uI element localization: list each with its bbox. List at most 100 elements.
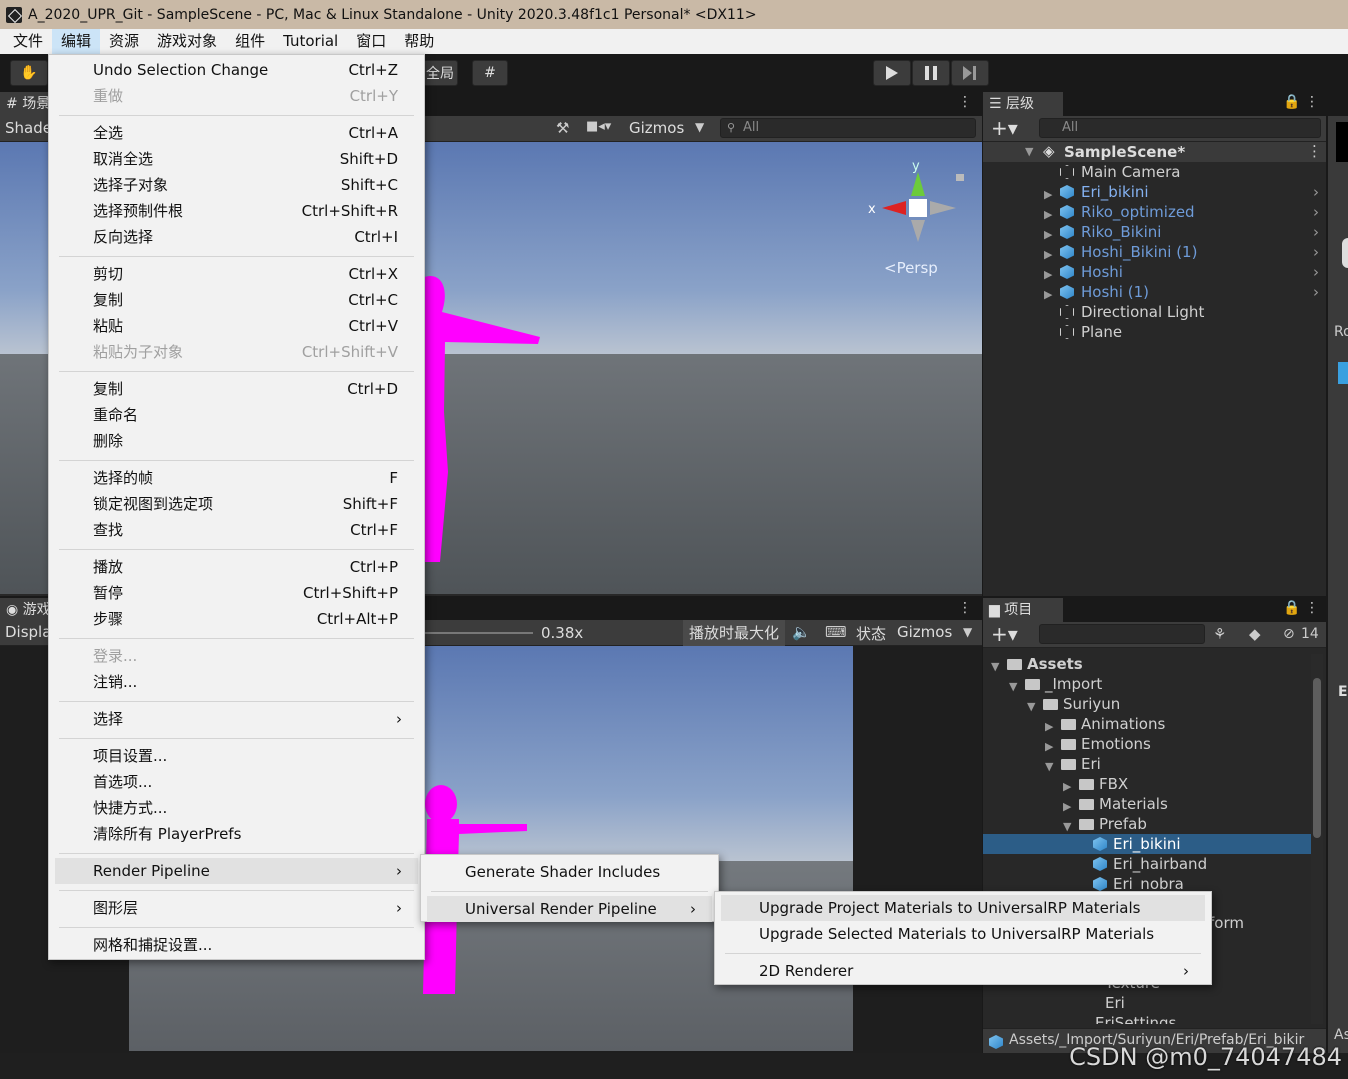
scene-kebab-icon[interactable]: ⋮ [958,94,972,110]
menubar-item[interactable]: 窗口 [347,29,395,54]
menubar-item[interactable]: 组件 [226,29,274,54]
maximize-on-play-button[interactable]: 播放时最大化 [683,620,786,646]
game-kebab-icon[interactable]: ⋮ [958,600,972,616]
menu-item[interactable]: 2D Renderer › [721,958,1205,984]
menubar-item[interactable]: 资源 [100,29,148,54]
lock-icon[interactable]: 🔒 [1283,94,1300,110]
scene-header-row[interactable]: ▼ ◈ SampleScene* ⋮ [983,142,1326,162]
project-tree-item[interactable]: ▼ Assets [983,654,1313,674]
project-lock-icon[interactable]: 🔒 [1283,600,1300,616]
hierarchy-tab[interactable]: ☰ 层级 [983,92,1063,116]
tools-icon[interactable]: ⚒ [556,119,569,137]
project-tree-item[interactable]: Eri_bikini [983,834,1313,854]
project-scrollbar[interactable] [1311,654,1323,1024]
menu-item[interactable]: 反向选择 Ctrl+I [55,224,418,250]
search-by-label-icon[interactable]: ◆ [1249,625,1261,643]
menu-item[interactable]: 锁定视图到选定项 Shift+F [55,491,418,517]
project-tree-item[interactable]: Eri_hairband [983,854,1313,874]
menu-item[interactable]: 清除所有 PlayerPrefs [55,821,418,847]
open-prefab-icon[interactable]: › [1313,182,1319,202]
project-tree-item[interactable]: ▶ Materials [983,794,1313,814]
project-search-input[interactable] [1039,624,1205,644]
menu-item[interactable]: Upgrade Project Materials to UniversalRP… [721,895,1205,921]
open-prefab-icon[interactable]: › [1313,262,1319,282]
project-add-icon[interactable]: +▾ [991,622,1018,646]
persp-label[interactable]: <Persp [884,259,938,277]
hand-tool-button[interactable]: ✋ [10,60,48,86]
menu-item[interactable]: 选择预制件根 Ctrl+Shift+R [55,198,418,224]
hierarchy-item[interactable]: ▶ › Eri_bikini [983,182,1323,202]
menu-item[interactable]: Undo Selection Change Ctrl+Z [55,57,418,83]
play-button[interactable] [873,60,911,86]
menu-item[interactable]: 复制 Ctrl+D [55,376,418,402]
collapse-icon[interactable]: ▼ [1025,145,1033,158]
scale-slider[interactable] [425,632,533,634]
menu-item[interactable]: 选择的帧 F [55,465,418,491]
menu-item[interactable]: Universal Render Pipeline › [427,896,712,922]
add-icon[interactable]: +▾ [991,116,1018,140]
project-tree-item[interactable]: ▶ FBX [983,774,1313,794]
stats-button[interactable]: 状态 [856,623,886,644]
hidden-packages-icon[interactable]: ⊘ [1283,626,1295,642]
hierarchy-search-input[interactable]: All [1039,118,1321,138]
menu-item[interactable]: 删除 [55,428,418,454]
project-kebab-icon[interactable]: ⋮ [1305,600,1319,616]
open-prefab-icon[interactable]: › [1313,222,1319,242]
menu-item[interactable]: 网格和捕捉设置... [55,932,418,958]
menu-item[interactable]: 取消全选 Shift+D [55,146,418,172]
hierarchy-item[interactable]: Plane [983,322,1323,342]
menu-item[interactable]: 查找 Ctrl+F [55,517,418,543]
menu-item[interactable]: 注销... [55,669,418,695]
step-button[interactable] [951,60,989,86]
game-gizmos-dropdown-icon[interactable]: ▼ [963,625,972,639]
menu-item[interactable]: 项目设置... [55,743,418,769]
menu-item[interactable]: 全选 Ctrl+A [55,120,418,146]
hierarchy-item[interactable]: ▶ › Hoshi (1) [983,282,1323,302]
menu-item[interactable]: 复制 Ctrl+C [55,287,418,313]
project-tree-item[interactable]: ▼ Prefab [983,814,1313,834]
menubar-item[interactable]: 编辑 [52,29,101,54]
menu-item[interactable]: 图形层 › [55,895,418,921]
menubar-item[interactable]: 游戏对象 [148,29,226,54]
project-tree-item[interactable]: ▶ Emotions [983,734,1313,754]
menu-item[interactable]: Generate Shader Includes [427,859,712,885]
hierarchy-item[interactable]: Directional Light [983,302,1323,322]
gizmos-dropdown-icon[interactable]: ▼ [695,120,704,134]
gizmos-button[interactable]: Gizmos [629,119,684,137]
hierarchy-item[interactable]: ▶ › Riko_optimized [983,202,1323,222]
project-item-label[interactable]: Eri [1105,994,1125,1012]
menubar-item[interactable]: 文件 [4,29,52,54]
search-by-type-icon[interactable]: ⚘ [1213,625,1226,643]
menu-item[interactable]: 快捷方式... [55,795,418,821]
project-tab[interactable]: ▆ 项目 [983,598,1063,622]
open-prefab-icon[interactable]: › [1313,282,1319,302]
hierarchy-item[interactable]: ▶ › Riko_Bikini [983,222,1323,242]
menu-item[interactable]: 选择子对象 Shift+C [55,172,418,198]
grid-snap-button[interactable]: # [472,60,508,86]
menu-item[interactable]: 播放 Ctrl+P [55,554,418,580]
open-prefab-icon[interactable]: › [1313,242,1319,262]
mute-audio-icon[interactable]: 🔈 [792,623,811,641]
project-tree-item[interactable]: ▶ Animations [983,714,1313,734]
project-item-label[interactable]: form [1209,914,1244,932]
menu-item[interactable]: Render Pipeline › [55,858,418,884]
pause-button[interactable] [912,60,950,86]
hierarchy-kebab-icon[interactable]: ⋮ [1305,94,1319,110]
project-item-label[interactable]: EriSettings [1095,1014,1176,1024]
menu-item[interactable]: 步骤 Ctrl+Alt+P [55,606,418,632]
hierarchy-item[interactable]: Main Camera [983,162,1323,182]
menubar-item[interactable]: 帮助 [395,29,443,54]
camera-icon[interactable]: ■◂▾ [586,119,611,134]
scene-search-input[interactable]: All [720,118,976,138]
menu-item[interactable]: 剪切 Ctrl+X [55,261,418,287]
project-tree-item[interactable]: ▼ Suriyun [983,694,1313,714]
menu-item[interactable]: Upgrade Selected Materials to UniversalR… [721,921,1205,947]
menu-item[interactable]: 粘贴 Ctrl+V [55,313,418,339]
scene-kebab-icon[interactable]: ⋮ [1307,142,1322,160]
hierarchy-item[interactable]: ▶ › Hoshi [983,262,1323,282]
keyboard-icon[interactable]: ⌨ [825,623,847,641]
open-prefab-icon[interactable]: › [1313,202,1319,222]
project-tree-item[interactable]: ▼ Eri [983,754,1313,774]
game-gizmos-button[interactable]: Gizmos [897,623,952,641]
menu-item[interactable]: 重命名 [55,402,418,428]
